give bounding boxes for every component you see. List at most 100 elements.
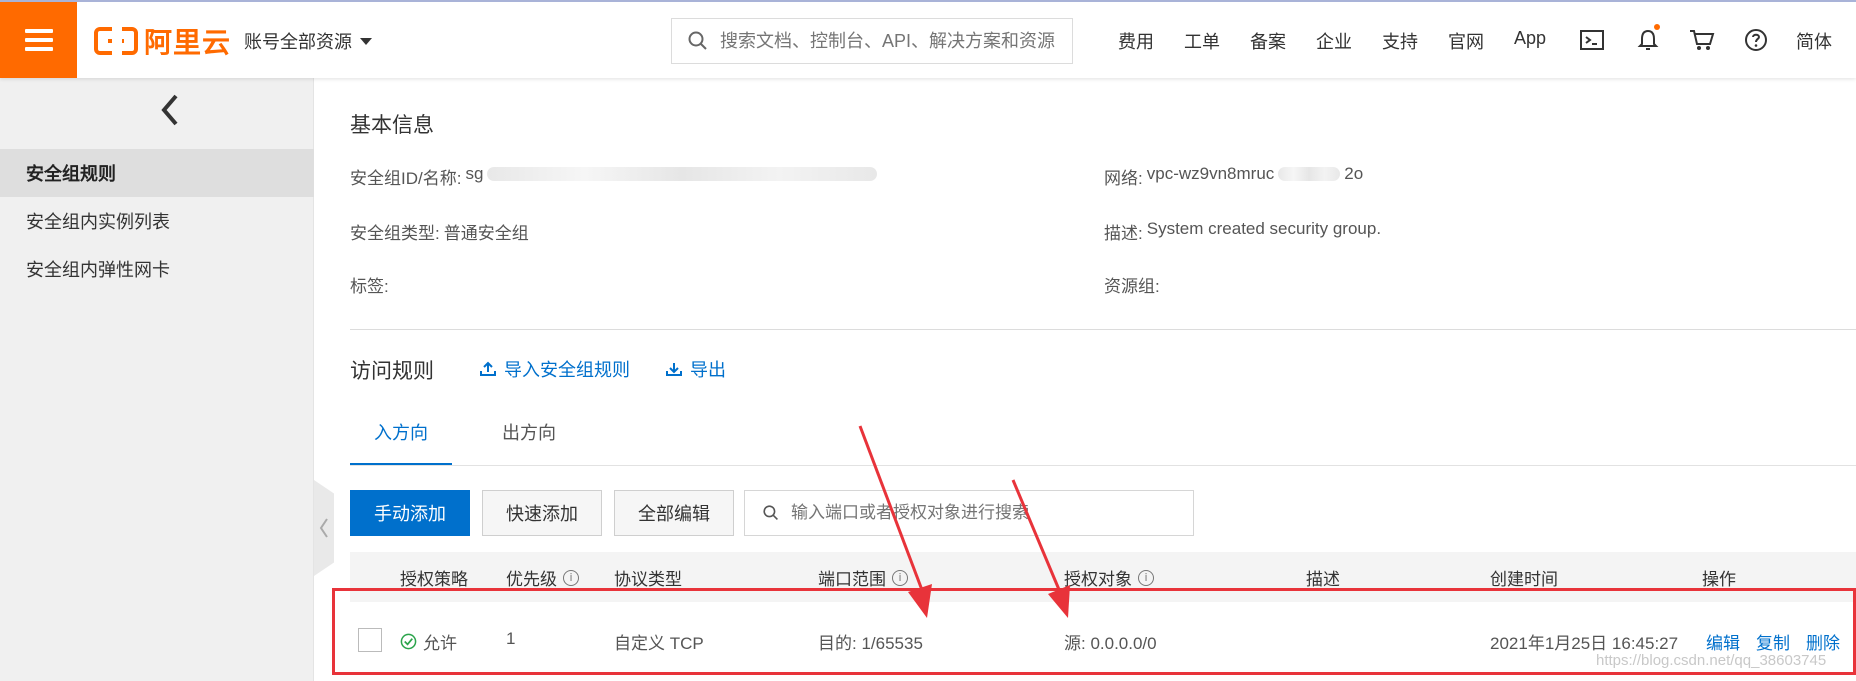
security-group-id-row: 安全组ID/名称: sg — [350, 164, 878, 189]
sidebar-collapse-handle[interactable] — [314, 480, 334, 576]
caret-down-icon — [360, 37, 372, 45]
upload-icon — [480, 361, 496, 376]
column-header-source: 授权对象 i — [1064, 565, 1154, 590]
column-header-source-label: 授权对象 — [1064, 570, 1132, 589]
tag-row: 标签: — [350, 272, 389, 297]
security-group-type-row: 安全组类型: 普通安全组 — [350, 219, 529, 244]
help-icon[interactable] — [1742, 26, 1770, 54]
rule-search[interactable] — [744, 490, 1194, 536]
security-group-type-value: 普通安全组 — [443, 224, 529, 243]
tabs-underline — [350, 465, 1856, 466]
network-row: 网络: vpc-wz9vn8mruc 2o — [1104, 164, 1363, 189]
nav-billing[interactable]: 费用 — [1118, 28, 1154, 54]
import-rules-button[interactable]: 导入安全组规则 — [480, 356, 630, 382]
network-value: vpc-wz9vn8mruc — [1146, 164, 1275, 183]
account-resources-dropdown[interactable]: 账号全部资源 — [244, 28, 372, 54]
nav-tickets[interactable]: 工单 — [1184, 28, 1220, 54]
check-circle-icon — [400, 633, 417, 650]
info-icon[interactable]: i — [1138, 569, 1154, 586]
sidebar-item-security-group-rules[interactable]: 安全组规则 — [0, 149, 314, 197]
column-header-priority: 优先级 i — [506, 565, 579, 590]
rule-source: 源: 0.0.0.0/0 — [1064, 634, 1157, 653]
info-icon[interactable]: i — [892, 569, 908, 586]
rule-actions: 编辑 复制 删除 — [1706, 629, 1840, 654]
search-icon — [763, 505, 778, 520]
download-icon — [666, 363, 682, 376]
column-header-priority-label: 优先级 — [506, 570, 557, 589]
rule-priority: 1 — [506, 629, 516, 648]
main-content: 基本信息 安全组ID/名称: sg 网络: vpc-wz9vn8mruc 2o … — [350, 78, 1856, 681]
column-header-policy: 授权策略 — [400, 570, 468, 589]
section-divider — [350, 329, 1856, 330]
redacted-value — [1278, 167, 1341, 181]
edit-all-button[interactable]: 全部编辑 — [614, 490, 734, 536]
rule-policy-value: 允许 — [423, 634, 457, 653]
top-bar: 阿里云 账号全部资源 费用 工单 备案 企业 支持 官网 App 简体 — [0, 0, 1856, 78]
description-row: 描述: System created security group. — [1104, 219, 1381, 244]
cart-icon[interactable] — [1688, 26, 1716, 54]
column-header-port: 端口范围 i — [818, 565, 908, 590]
nav-app[interactable]: App — [1514, 28, 1546, 49]
row-checkbox[interactable] — [358, 628, 382, 652]
description-label: 描述: — [1104, 224, 1143, 243]
sidebar-item-label: 安全组内弹性网卡 — [26, 260, 170, 280]
info-icon[interactable]: i — [563, 569, 579, 586]
column-header-description: 描述 — [1306, 570, 1340, 589]
tag-label: 标签: — [350, 277, 389, 296]
export-label: 导出 — [690, 360, 726, 380]
rule-policy: 允许 — [400, 629, 457, 654]
nav-support[interactable]: 支持 — [1382, 28, 1418, 54]
rule-port-range: 目的: 1/65535 — [818, 634, 923, 653]
delete-rule-link[interactable]: 删除 — [1806, 629, 1840, 654]
security-group-type-label: 安全组类型: — [350, 224, 440, 243]
nav-enterprise[interactable]: 企业 — [1316, 28, 1352, 54]
rule-created-time: 2021年1月25日 16:45:27 — [1490, 634, 1679, 653]
tab-inbound[interactable]: 入方向 — [350, 412, 452, 466]
basic-info-title: 基本信息 — [350, 114, 434, 137]
sidebar-item-label: 安全组规则 — [26, 164, 116, 184]
manual-add-button[interactable]: 手动添加 — [350, 490, 470, 536]
network-label: 网络: — [1104, 169, 1143, 188]
resource-group-row: 资源组: — [1104, 272, 1160, 297]
rule-protocol: 自定义 TCP — [614, 634, 704, 653]
back-chevron-icon[interactable] — [156, 92, 186, 128]
menu-icon[interactable] — [0, 2, 77, 78]
global-search[interactable] — [671, 18, 1073, 64]
resource-group-label: 资源组: — [1104, 277, 1160, 296]
copy-rule-link[interactable]: 复制 — [1756, 629, 1790, 654]
description-value: System created security group. — [1146, 219, 1382, 238]
language-switch[interactable]: 简体 — [1796, 28, 1832, 54]
column-header-protocol: 协议类型 — [614, 570, 682, 589]
rule-search-input[interactable] — [791, 503, 1181, 523]
column-header-port-label: 端口范围 — [818, 570, 886, 589]
quick-add-button[interactable]: 快速添加 — [482, 490, 602, 536]
column-header-actions: 操作 — [1702, 570, 1736, 589]
search-icon — [688, 31, 707, 50]
aliyun-logo[interactable]: 阿里云 — [94, 24, 231, 58]
terminal-icon[interactable] — [1578, 26, 1606, 54]
account-resources-label: 账号全部资源 — [244, 32, 352, 52]
network-value-suffix: 2o — [1344, 164, 1364, 183]
notification-dot — [1654, 24, 1660, 30]
sidebar-item-eni[interactable]: 安全组内弹性网卡 — [0, 245, 314, 293]
tab-outbound[interactable]: 出方向 — [478, 412, 580, 466]
global-search-input[interactable] — [720, 30, 1060, 52]
access-rules-title: 访问规则 — [350, 360, 434, 383]
sidebar: 安全组规则 安全组内实例列表 安全组内弹性网卡 — [0, 78, 314, 681]
security-group-id-value: sg — [465, 164, 484, 183]
sidebar-item-label: 安全组内实例列表 — [26, 212, 170, 232]
watermark: https://blog.csdn.net/qq_38603745 — [1596, 652, 1827, 669]
export-button[interactable]: 导出 — [666, 356, 726, 382]
import-rules-label: 导入安全组规则 — [504, 360, 630, 380]
nav-icp[interactable]: 备案 — [1250, 28, 1286, 54]
brand-name: 阿里云 — [144, 27, 232, 58]
aliyun-logo-mark — [94, 26, 138, 56]
nav-official-site[interactable]: 官网 — [1448, 28, 1484, 54]
security-group-id-label: 安全组ID/名称: — [350, 169, 462, 188]
chevron-left-icon — [319, 518, 328, 538]
edit-rule-link[interactable]: 编辑 — [1706, 629, 1740, 654]
column-header-created: 创建时间 — [1490, 570, 1558, 589]
sidebar-item-instances[interactable]: 安全组内实例列表 — [0, 197, 314, 245]
bell-icon[interactable] — [1634, 24, 1662, 54]
redacted-value — [487, 167, 878, 181]
